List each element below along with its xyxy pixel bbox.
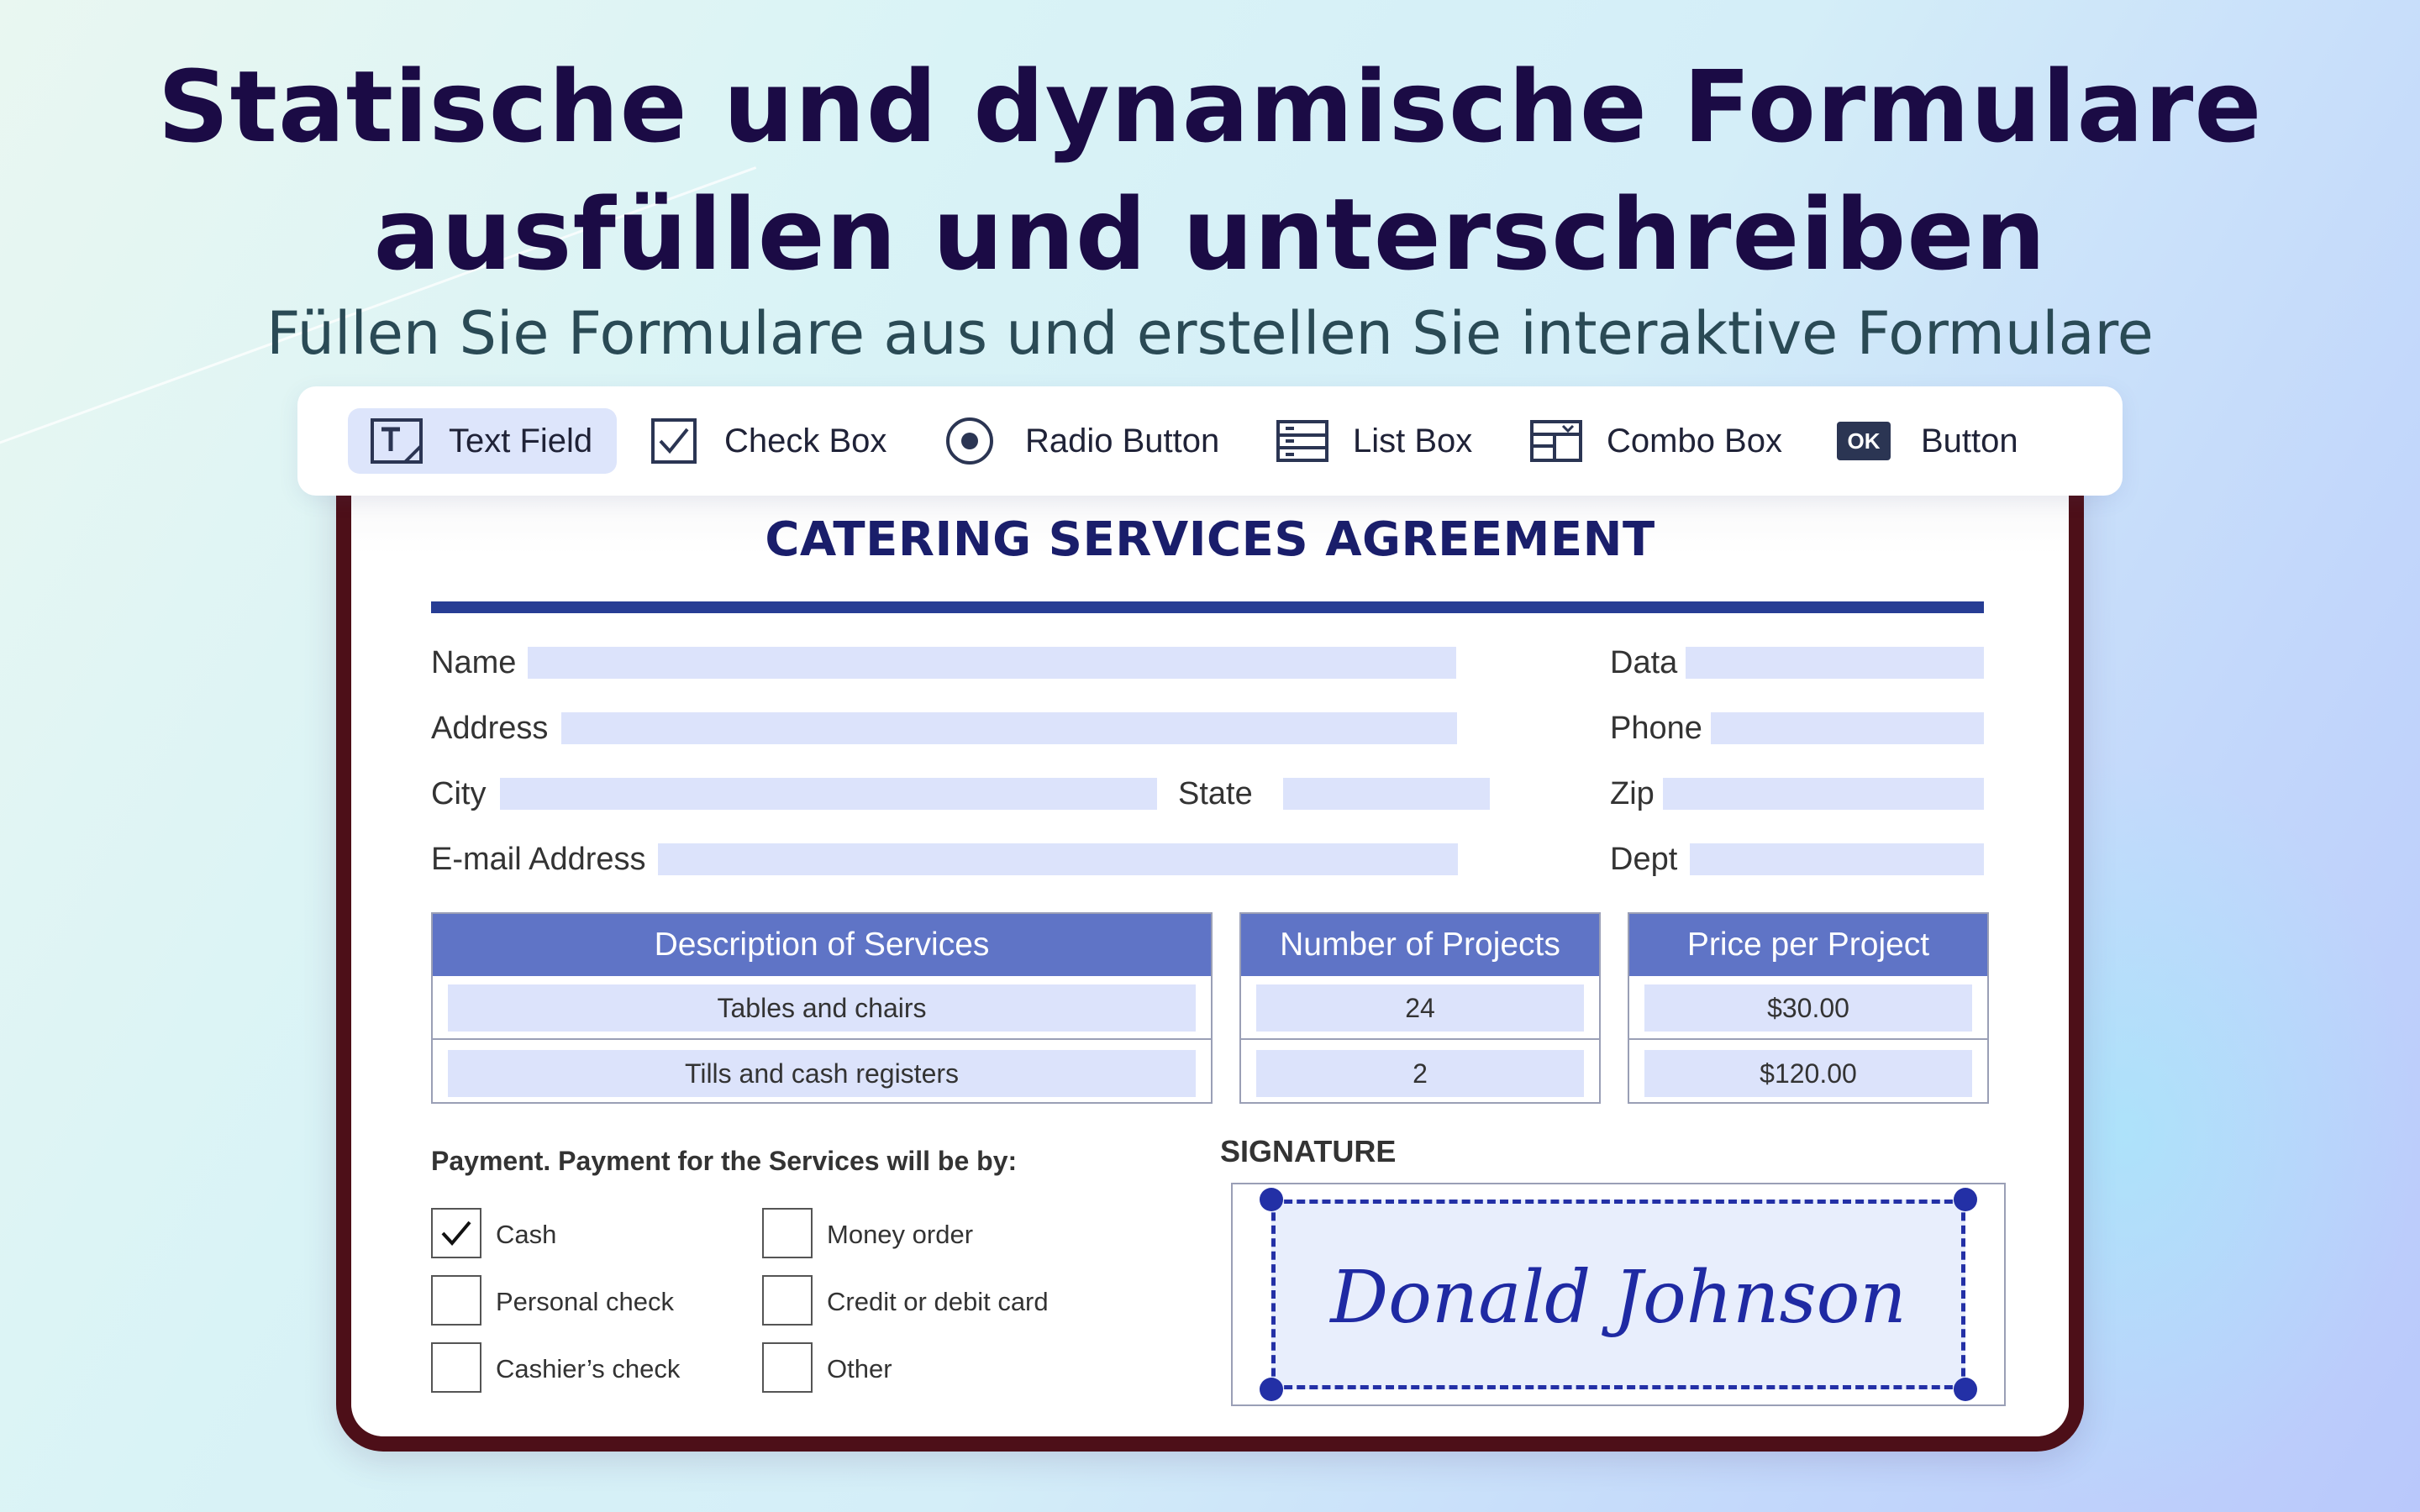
cash-checkbox[interactable] [431,1208,481,1258]
personal-check-checkbox[interactable] [431,1275,481,1326]
table-row: Tills and cash registers [433,1042,1211,1105]
checkbox-icon [650,417,697,465]
other-checkbox[interactable] [762,1342,813,1393]
city-label: City [431,776,487,811]
price-cell[interactable]: $30.00 [1644,984,1972,1032]
zip-label: Zip [1610,776,1655,811]
state-field[interactable] [1283,778,1490,810]
credit-card-checkbox[interactable] [762,1275,813,1326]
email-field[interactable] [658,843,1458,875]
combo-box-icon [1529,419,1583,463]
service-cell[interactable]: Tables and chairs [448,984,1196,1032]
form-title: CATERING SERVICES AGREEMENT [765,512,1655,567]
price-header: Price per Project [1629,914,1987,976]
table-row: 2 [1241,1042,1599,1105]
projects-header: Number of Projects [1241,914,1599,976]
services-table: Description of Services Tables and chair… [431,912,1213,1104]
price-cell[interactable]: $120.00 [1644,1050,1972,1097]
combo-box-tool[interactable]: Combo Box [1529,408,1782,474]
table-row: Tables and chairs [433,976,1211,1040]
projects-cell[interactable]: 2 [1256,1050,1584,1097]
signature-text: Donald Johnson [1330,1256,1907,1340]
cashiers-check-checkbox[interactable] [431,1342,481,1393]
form-page: CATERING SERVICES AGREEMENT Name Data Ad… [351,437,2069,1436]
resize-handle-bottom-right[interactable] [1954,1378,1977,1401]
text-field-label: Text Field [449,422,593,459]
address-label: Address [431,711,549,746]
services-header: Description of Services [433,914,1211,976]
headline-line-1: Statische und dynamische Formulare [157,49,2263,165]
list-box-icon [1276,419,1329,463]
zip-field[interactable] [1663,778,1984,810]
radio-button-label: Radio Button [1025,422,1220,459]
money-order-checkbox[interactable] [762,1208,813,1258]
table-row: 24 [1241,976,1599,1040]
phone-field[interactable] [1711,712,1984,744]
resize-handle-bottom-left[interactable] [1260,1378,1283,1401]
button-label: Button [1921,422,2018,459]
button-tool[interactable]: OK Button [1837,408,2018,474]
resize-handle-top-left[interactable] [1260,1188,1283,1211]
data-label: Data [1610,645,1678,680]
signature-selection[interactable]: Donald Johnson [1271,1200,1965,1389]
ok-button-icon: OK [1837,422,1891,460]
payment-title: Payment. Payment for the Services will b… [431,1146,1018,1176]
radio-button-tool[interactable]: Radio Button [944,408,1219,474]
service-cell[interactable]: Tills and cash registers [448,1050,1196,1097]
signature-title: SIGNATURE [1220,1134,1397,1168]
list-box-tool[interactable]: List Box [1276,408,1472,474]
dept-label: Dept [1610,842,1678,877]
signature-field[interactable]: Donald Johnson [1231,1183,2006,1406]
checkmark-icon [441,1221,471,1247]
address-field[interactable] [561,712,1457,744]
table-row: $30.00 [1629,976,1987,1040]
projects-cell[interactable]: 24 [1256,984,1584,1032]
text-field-tool[interactable]: Text Field [348,408,617,474]
cashiers-check-label: Cashier’s check [496,1354,681,1383]
title-rule [431,601,1984,613]
form-document: CATERING SERVICES AGREEMENT Name Data Ad… [336,437,2084,1452]
ok-button-icon-text: OK [1847,428,1881,454]
headline-line-2: ausfüllen und unterschreiben [373,176,2047,292]
other-label: Other [827,1354,892,1383]
dept-field[interactable] [1690,843,1984,875]
city-field[interactable] [500,778,1157,810]
name-field[interactable] [528,647,1456,679]
form-field-toolbar: Text Field Check Box Radio Button List B… [297,386,2123,496]
cash-label: Cash [496,1220,557,1249]
credit-card-label: Credit or debit card [827,1287,1049,1316]
resize-handle-top-right[interactable] [1954,1188,1977,1211]
combo-box-label: Combo Box [1607,422,1782,459]
check-box-label: Check Box [724,422,887,459]
text-field-icon [370,417,424,465]
personal-check-label: Personal check [496,1287,674,1316]
email-label: E-mail Address [431,842,646,877]
data-field[interactable] [1686,647,1984,679]
price-table: Price per Project $30.00 $120.00 [1628,912,1989,1104]
subtitle: Füllen Sie Formulare aus und erstellen S… [266,299,2154,368]
check-box-tool[interactable]: Check Box [650,408,886,474]
radio-button-icon [944,416,995,466]
phone-label: Phone [1610,711,1702,746]
money-order-label: Money order [827,1220,974,1249]
projects-table: Number of Projects 24 2 [1239,912,1601,1104]
list-box-label: List Box [1353,422,1473,459]
table-row: $120.00 [1629,1042,1987,1105]
name-label: Name [431,645,517,680]
state-label: State [1178,776,1253,811]
